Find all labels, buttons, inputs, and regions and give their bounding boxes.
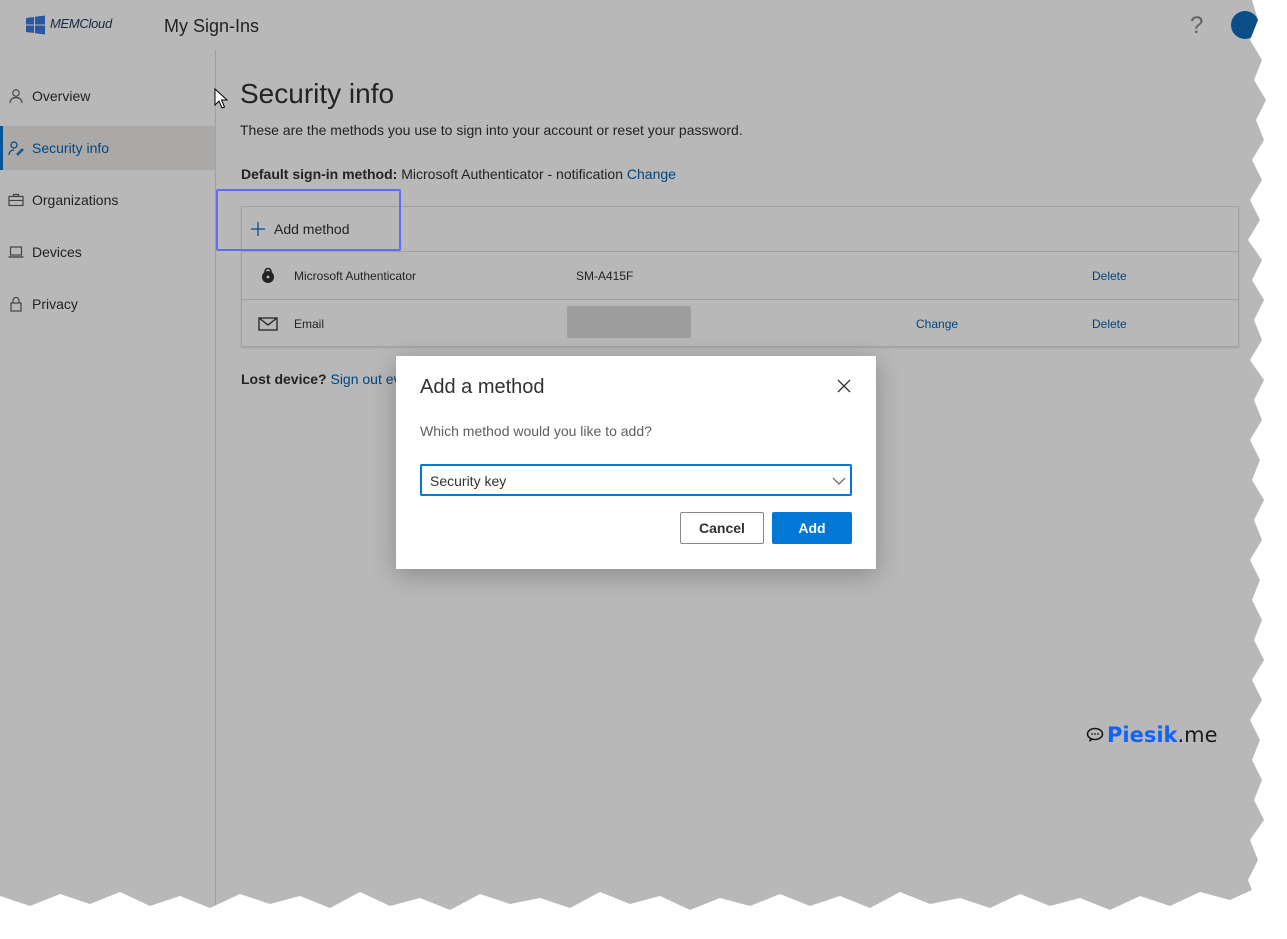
watermark-text-blue: Piesik (1107, 723, 1178, 747)
speech-bubble-icon (1086, 727, 1104, 742)
screenshot-frame: MEMCloud My Sign-Ins ? Overview Security… (0, 0, 1266, 910)
add-button[interactable]: Add (772, 512, 852, 544)
close-icon[interactable] (836, 378, 852, 394)
dialog-title: Add a method (420, 376, 545, 398)
annotation-highlight-box (216, 189, 401, 251)
cancel-button[interactable]: Cancel (680, 512, 764, 544)
dialog-question: Which method would you like to add? (420, 423, 652, 439)
watermark: Piesik .me (1086, 723, 1218, 747)
select-value: Security key (430, 473, 507, 489)
chevron-down-icon (832, 477, 846, 485)
add-method-dialog: Add a method Which method would you like… (396, 356, 876, 569)
method-select[interactable]: Security key (420, 464, 852, 496)
watermark-text-black: .me (1177, 723, 1218, 747)
mouse-cursor-icon (214, 88, 228, 109)
